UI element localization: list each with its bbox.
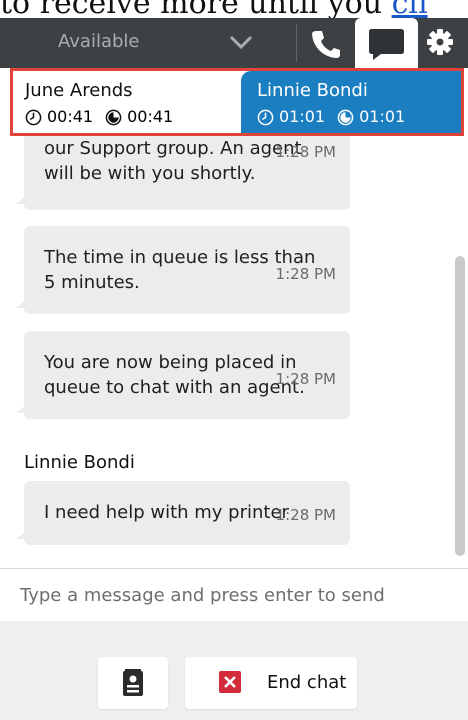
contact-duration: 01:01 bbox=[279, 107, 326, 126]
toolbar-divider bbox=[296, 24, 297, 62]
chat-transcript[interactable]: our Support group. An agent will be with… bbox=[0, 136, 468, 566]
state-duration: 00:41 bbox=[127, 107, 174, 126]
message-time: 1:28 PM bbox=[275, 506, 336, 524]
contact-tab-june-arends[interactable]: June Arends 00:41 00:41 bbox=[13, 71, 241, 133]
message-time: 1:28 PM bbox=[275, 143, 336, 161]
message-text: our Support group. An agent bbox=[44, 138, 302, 159]
contact-name: June Arends bbox=[25, 80, 133, 101]
contact-duration: 00:41 bbox=[47, 107, 94, 126]
close-icon bbox=[219, 671, 241, 693]
message-text: will be with you shortly. bbox=[44, 163, 256, 184]
contact-name: Linnie Bondi bbox=[257, 80, 368, 101]
chat-tab[interactable] bbox=[355, 18, 418, 68]
system-message: You are now being placed in queue to cha… bbox=[16, 331, 350, 419]
quick-connects-button[interactable] bbox=[98, 657, 168, 709]
phone-icon[interactable] bbox=[305, 24, 345, 64]
message-text: queue to chat with an agent. bbox=[44, 377, 305, 398]
chevron-down-icon[interactable] bbox=[228, 32, 254, 52]
clock-icon bbox=[257, 109, 274, 125]
message-time: 1:28 PM bbox=[275, 370, 336, 388]
message-composer bbox=[0, 568, 468, 622]
message-text: You are now being placed in bbox=[44, 352, 297, 373]
timer-icon bbox=[105, 109, 122, 125]
gear-icon[interactable] bbox=[426, 28, 454, 56]
sender-name: Linnie Bondi bbox=[24, 452, 135, 473]
contact-tab-linnie-bondi[interactable]: Linnie Bondi 01:01 01:01 bbox=[241, 71, 461, 133]
message-time: 1:28 PM bbox=[275, 265, 336, 283]
chat-actions: End chat bbox=[0, 621, 468, 720]
customer-message: I need help with my printer 1:28 PM bbox=[16, 481, 350, 545]
message-text: I need help with my printer bbox=[44, 502, 289, 523]
clock-icon bbox=[25, 109, 42, 125]
timer-icon bbox=[337, 109, 354, 125]
system-message: The time in queue is less than 5 minutes… bbox=[16, 226, 350, 314]
system-message: our Support group. An agent will be with… bbox=[16, 136, 350, 210]
end-chat-button[interactable]: End chat bbox=[185, 657, 357, 709]
agent-status[interactable]: Available bbox=[58, 18, 139, 68]
chat-icon bbox=[369, 29, 404, 60]
contact-tabs: June Arends 00:41 00:41 Linnie Bondi 01:… bbox=[10, 68, 464, 136]
end-chat-label: End chat bbox=[267, 672, 347, 693]
transcript-scrollbar[interactable] bbox=[455, 256, 465, 556]
contact-card-icon bbox=[123, 669, 143, 696]
message-input[interactable] bbox=[18, 577, 452, 613]
state-duration: 01:01 bbox=[359, 107, 406, 126]
ccp-toolbar: Available bbox=[0, 18, 468, 68]
